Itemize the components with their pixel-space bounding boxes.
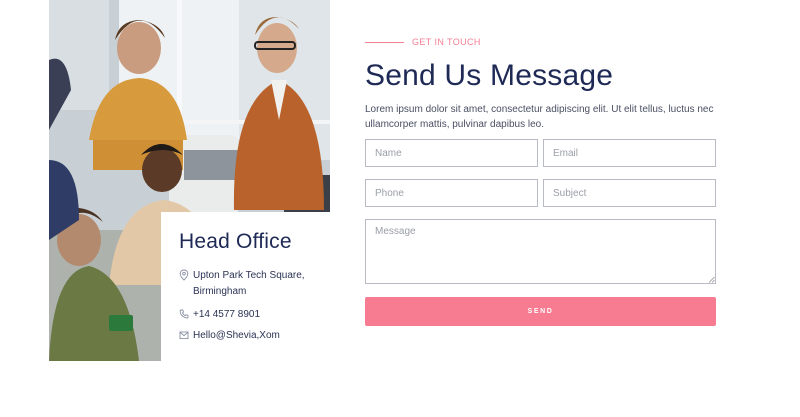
phone-icon	[179, 309, 189, 319]
head-office-card: Head Office Upton Park Tech Square, Birm…	[161, 212, 333, 365]
subject-field[interactable]	[543, 179, 716, 207]
resize-grip-icon[interactable]	[708, 276, 715, 283]
office-phone: +14 4577 8901	[179, 307, 260, 323]
email-field[interactable]	[543, 139, 716, 167]
envelope-icon	[179, 331, 189, 339]
form-title: Send Us Message	[365, 59, 614, 92]
office-title: Head Office	[179, 230, 292, 253]
eyebrow-text: GET IN TOUCH	[412, 37, 481, 47]
section-eyebrow: GET IN TOUCH	[365, 37, 481, 47]
phone-field[interactable]	[365, 179, 538, 207]
office-address: Upton Park Tech Square, Birmingham	[179, 268, 333, 300]
map-pin-icon	[179, 269, 189, 281]
office-email: Hello@Shevia,Xom	[179, 328, 280, 344]
send-button[interactable]: SEND	[365, 297, 716, 326]
name-field[interactable]	[365, 139, 538, 167]
message-field[interactable]	[365, 219, 716, 284]
address-text: Upton Park Tech Square, Birmingham	[193, 270, 305, 297]
email-text[interactable]: Hello@Shevia,Xom	[193, 328, 280, 344]
phone-text[interactable]: +14 4577 8901	[193, 307, 260, 323]
eyebrow-line	[365, 41, 404, 43]
form-description: Lorem ipsum dolor sit amet, consectetur …	[365, 104, 714, 130]
